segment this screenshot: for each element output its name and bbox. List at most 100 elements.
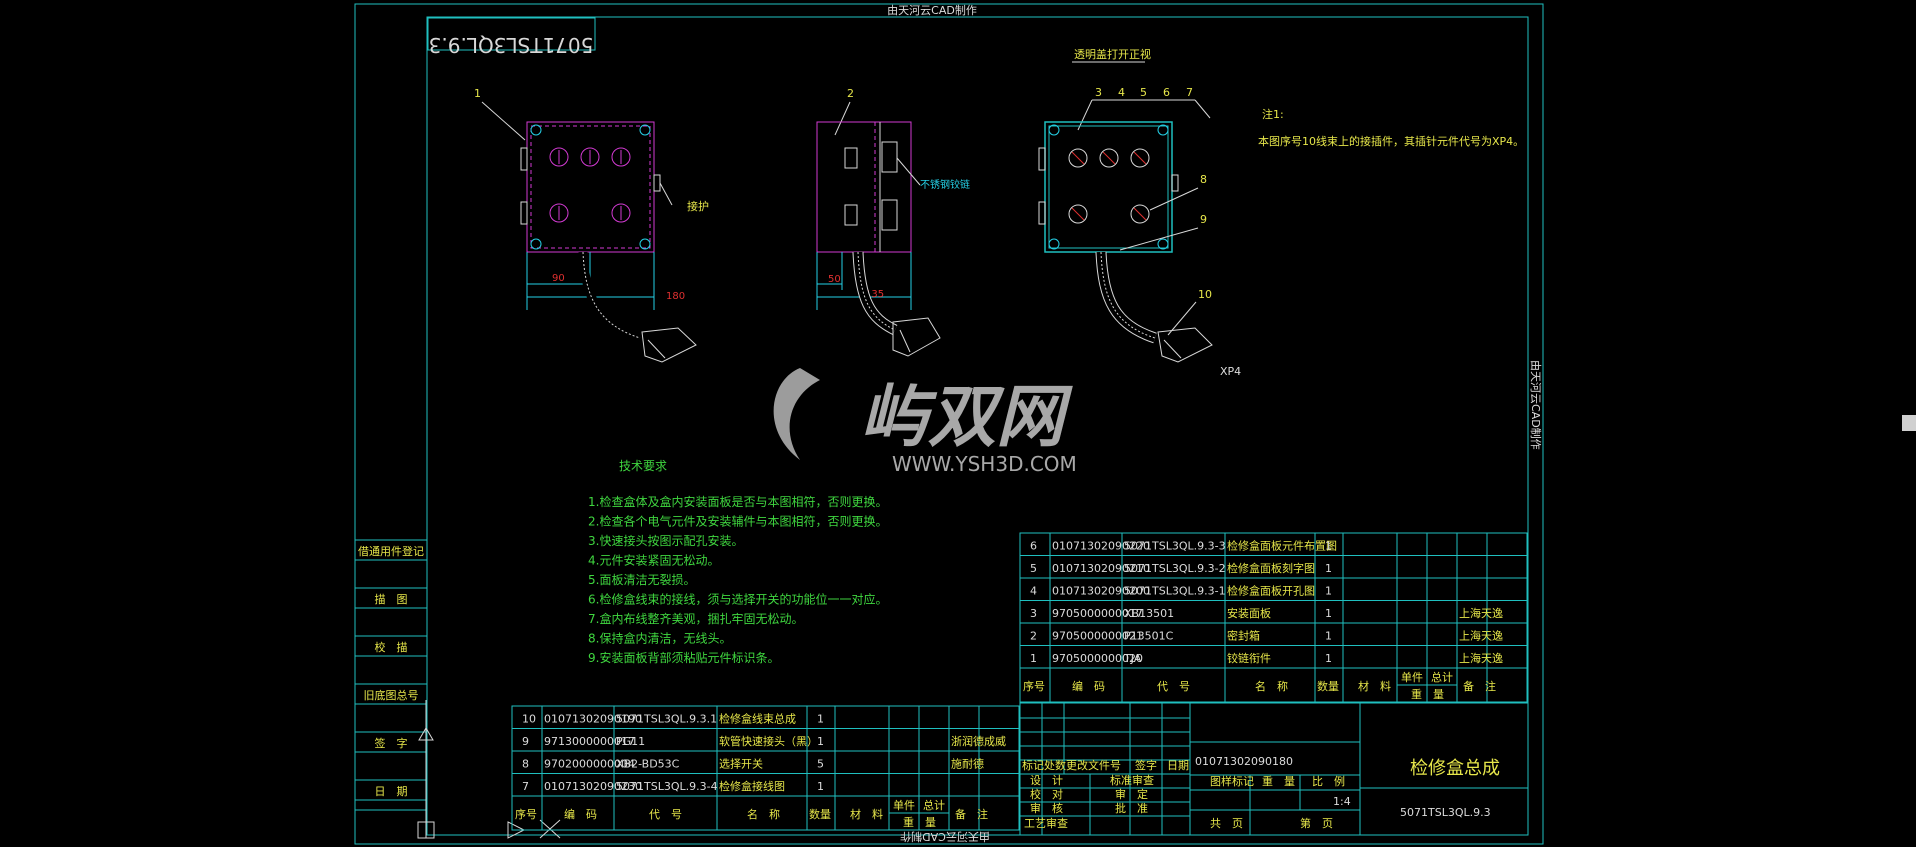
watermark: 屿双网 WWW.YSH3D.COM (773, 368, 1077, 476)
balloon-1: 1 (474, 87, 481, 100)
dim-50: 50 (828, 274, 841, 285)
bom-name: 选择开关 (719, 757, 763, 771)
tech-item: 8.保持盒内清洁，无线头。 (588, 631, 731, 646)
watermark-url: WWW.YSH3D.COM (892, 452, 1077, 476)
bom-no: 1 (1030, 652, 1037, 665)
view-box-open: 透明盖打开正视 3 4 5 6 7 8 9 10 XP4 (1038, 47, 1241, 378)
balloon-7: 7 (1186, 86, 1193, 99)
bom-drawing: 5071TSL3QL.9.3-2 (1124, 562, 1226, 575)
scale-value: 1:4 (1333, 795, 1351, 808)
bom-h-remark: 备 注 (1463, 679, 1496, 693)
bom-h-material: 材 料 (1358, 679, 1391, 693)
role-process: 工艺审查 (1024, 816, 1068, 830)
tech-item: 9.安装面板背部须粘贴元件标识条。 (588, 650, 779, 665)
bom-remark: 上海天逸 (1459, 651, 1503, 665)
bom-name: 密封箱 (1227, 629, 1260, 643)
bom-qty: 1 (1325, 585, 1332, 598)
bom-qty: 1 (1325, 540, 1332, 553)
left-block: 借通用件登记描 图校 描旧底图总号签 字日 期 (354, 539, 428, 811)
role-check: 校 对 (1030, 787, 1063, 801)
tech-item: 4.元件安装紧固无松动。 (588, 553, 719, 568)
bom-name: 检修盒面板开孔图 (1227, 584, 1315, 598)
tech-item: 2.检查各个电气元件及安装辅件与本图相符，否则更换。 (588, 514, 887, 529)
corner-code: 5071TSL3QL.9.3 (429, 33, 594, 57)
left-block-label: 借通用件登记 (358, 544, 424, 558)
drawing-title: 检修盒总成 (1410, 758, 1500, 779)
bom-drawing: P13501C (1124, 630, 1174, 643)
bom-qty: 1 (1325, 630, 1332, 643)
plug-label: XP4 (1220, 365, 1241, 378)
right-caption: 由天河云CAD制作 (1529, 360, 1543, 450)
bom-drawing: 5071TSL3QL.9.3-1 (1124, 585, 1226, 598)
role-review: 审 核 (1030, 801, 1063, 815)
balloon-6: 6 (1163, 86, 1170, 99)
bom-h-no: 序号 (1023, 679, 1045, 693)
tech-item: 7.盒内布线整齐美观，捆扎牢固无松动。 (588, 611, 803, 626)
bom-drawing: XB2-BD53C (616, 758, 680, 771)
bom-name: 检修盒接线图 (719, 779, 785, 793)
tech-item: 1.检查盒体及盒内安装面板是否与本图相符，否则更换。 (588, 494, 887, 509)
bom-lower-table: 10 010713020901905071TSL3QL.9.3.1 检修盒线束总成 1… (511, 705, 1020, 831)
bom-qty: 1 (1325, 607, 1332, 620)
scale-label: 比 例 (1312, 774, 1345, 788)
dim-180: 180 (666, 291, 685, 302)
bom-remark: 施耐德 (951, 757, 984, 771)
left-block-label: 日 期 (375, 785, 408, 798)
bom-no: 8 (522, 758, 529, 771)
bottom-caption: 由天河云CAD制作 (900, 830, 990, 844)
sheet-page: 第 页 (1300, 816, 1333, 830)
watermark-cn: 屿双网 (860, 378, 1073, 457)
tech-items: 1.检查盒体及盒内安装面板是否与本图相符，否则更换。 2.检查各个电气元件及安装辅… (588, 494, 887, 665)
bom-h-unit: 单件 (893, 799, 915, 812)
tech-item: 6.检修盒线束的接线，须与选择开关的功能位一一对应。 (588, 592, 887, 607)
bom-h-drawing: 代 号 (1157, 680, 1190, 693)
bom-h-qty: 数量 (809, 808, 831, 821)
scrollbar-thumb[interactable] (1902, 415, 1916, 431)
balloon-2: 2 (847, 87, 854, 100)
label-mark: 标记 (1022, 758, 1044, 772)
title-block: 01071302090180 检修盒总成 5071TSL3QL.9.3 标记 处… (1019, 702, 1529, 836)
dim-90: 90 (552, 273, 565, 284)
cad-viewer[interactable]: 由天河云CAD制作 由天河云CAD制作 由天河云CAD制作 5071TSL3QL… (0, 0, 1916, 847)
bom-h-code: 编 码 (564, 807, 597, 821)
bom-name: 检修盒面板刻字图 (1227, 561, 1315, 575)
bom-drawing: XB13501 (1124, 607, 1174, 620)
left-block-label: 旧底图总号 (364, 688, 419, 702)
bom-name: 铰链衔件 (1227, 651, 1271, 665)
bom-no: 9 (522, 735, 529, 748)
bom-qty: 1 (817, 713, 824, 726)
weight-label: 重 量 (1262, 774, 1295, 788)
bom-h-unit: 单件 (1401, 671, 1423, 684)
bom-qty: 1 (1325, 562, 1332, 575)
balloon-4: 4 (1118, 86, 1125, 99)
bom-qty: 1 (1325, 652, 1332, 665)
bom-no: 7 (522, 780, 529, 793)
label-sign: 签字 (1135, 758, 1157, 772)
bom-drawing: TJA (1123, 652, 1142, 665)
bom-h-material: 材 料 (850, 807, 883, 821)
balloon-3: 3 (1095, 86, 1102, 99)
bom-drawing: 5071TSL3QL.9.3-3 (1124, 540, 1226, 553)
left-block-label: 签 字 (375, 736, 408, 750)
left-block-label: 校 描 (375, 640, 408, 654)
balloon-8: 8 (1200, 173, 1207, 186)
bom-h-name: 名 称 (1255, 679, 1288, 693)
bom-no: 2 (1030, 630, 1037, 643)
bom-h-drawing: 代 号 (649, 808, 682, 821)
bom-name: 安装面板 (1227, 606, 1271, 620)
bom-no: 5 (1030, 562, 1037, 575)
bom-h-qty: 数量 (1317, 680, 1339, 693)
bom-name: 软管快速接头（黑） (719, 734, 818, 748)
front-view-title: 透明盖打开正视 (1074, 47, 1151, 61)
tech-item: 3.快速接头按图示配孔安装。 (588, 533, 743, 548)
bom-name: 检修盒面板元件布置图 (1227, 539, 1337, 553)
role-design: 设 计 (1030, 774, 1063, 787)
sheet-total: 共 页 (1210, 817, 1243, 830)
role-approve2: 批 准 (1115, 801, 1148, 815)
note-text: 本图序号10线束上的接插件，其插针元件代号为XP4。 (1258, 134, 1524, 148)
label-change-doc: 更改文件号 (1066, 758, 1121, 772)
bom-upper-table: 6 010713020902205071TSL3QL.9.3-3 检修盒面板元件布置… (1019, 532, 1528, 703)
bom-qty: 5 (817, 758, 824, 771)
bom-drawing: PG11 (616, 735, 645, 748)
bom-no: 10 (522, 713, 536, 726)
